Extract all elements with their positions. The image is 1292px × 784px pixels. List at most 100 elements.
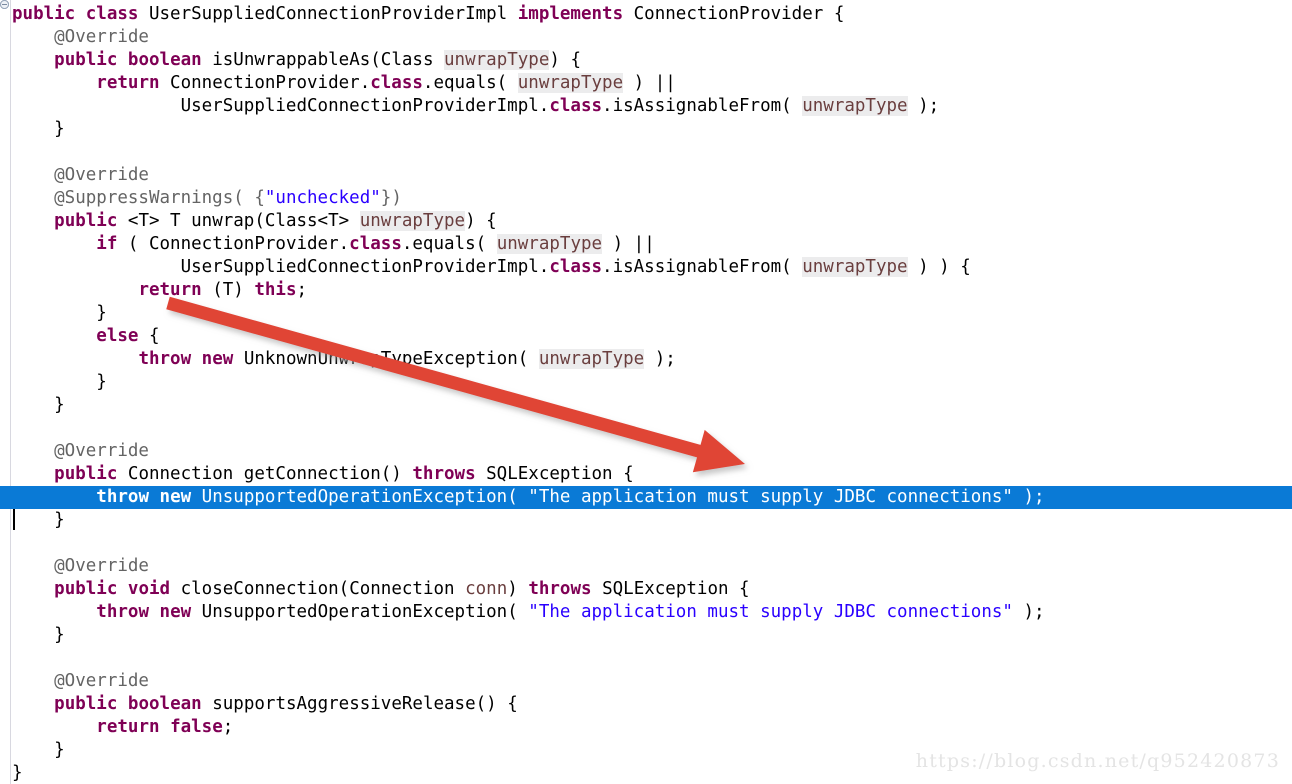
code-token-kw: public [12,4,76,24]
code-token-plain: ConnectionProvider. [159,73,371,93]
code-line-text: } [0,394,65,417]
code-line[interactable]: @Override [0,670,1292,693]
code-line[interactable] [0,532,1292,555]
code-token-ann: @Override [12,556,149,576]
code-token-plain: UserSuppliedConnectionProviderImpl [138,4,518,24]
code-line-text: UserSuppliedConnectionProviderImpl.class… [0,95,939,118]
code-token-kw: return [96,717,160,737]
code-token-param: unwrapType [802,257,908,277]
code-token-plain: .isAssignableFrom( [602,96,803,116]
code-line[interactable]: @Override [0,26,1292,49]
code-token-kw: class [370,73,423,93]
code-token-plain: UnsupportedOperationException( [191,602,529,622]
code-token-plain: .equals( [422,73,518,93]
code-token-plain: ) || [623,73,676,93]
code-token-kw: class [549,257,603,277]
code-line[interactable]: UserSuppliedConnectionProviderImpl.class… [0,95,1292,118]
code-token-ann: @Override [12,441,149,461]
code-token-kw: else [96,326,139,346]
code-token-plain: ); [907,96,940,116]
code-line-selected[interactable]: throw new UnsupportedOperationException(… [0,486,1292,509]
code-token-kw: throw [96,602,149,622]
code-token-kw: throw [96,487,149,507]
code-token-plain: } [12,625,65,645]
code-line[interactable]: public Connection getConnection() throws… [0,463,1292,486]
code-token-kw: class [349,234,402,254]
code-line[interactable] [0,417,1292,440]
code-line[interactable]: } [0,302,1292,325]
code-line[interactable]: if ( ConnectionProvider.class.equals( un… [0,233,1292,256]
code-line[interactable]: @Override [0,440,1292,463]
code-token-plain: ; [222,717,234,737]
code-line-text: public <T> T unwrap(Class<T> unwrapType)… [0,210,497,233]
code-token-plain: } [12,119,65,139]
code-line-text: return false; [0,716,233,739]
code-line[interactable]: return ConnectionProvider.class.equals( … [0,72,1292,95]
text-caret [13,509,15,530]
code-line[interactable] [0,141,1292,164]
code-line[interactable]: } [0,394,1292,417]
code-line[interactable]: public <T> T unwrap(Class<T> unwrapType)… [0,210,1292,233]
code-line[interactable] [0,647,1292,670]
code-line[interactable]: } [0,371,1292,394]
code-token-ann: @Override [12,165,149,185]
code-token-ann: @SuppressWarnings( { [12,188,265,208]
code-line[interactable]: } [0,118,1292,141]
code-token-paramp: conn [465,579,508,599]
code-token-kw: class [549,96,603,116]
code-text-area[interactable]: public class UserSuppliedConnectionProvi… [0,0,1292,784]
code-token-plain: supportsAggressiveRelease() { [201,694,518,714]
code-line[interactable]: public boolean isUnwrappableAs(Class unw… [0,49,1292,72]
code-line[interactable]: @Override [0,164,1292,187]
code-token-kw: boolean [127,50,202,70]
code-token-plain: } [12,510,65,530]
code-token-kw: public [54,464,118,484]
code-line[interactable]: public void closeConnection(Connection c… [0,578,1292,601]
code-token-kw: public [54,579,118,599]
code-token-plain: ConnectionProvider { [623,4,845,24]
code-token-plain: SQLException { [475,464,634,484]
code-token-kw: public [54,211,118,231]
code-line[interactable]: } [0,509,1292,532]
code-line-text: @SuppressWarnings( {"unchecked"}) [0,187,402,210]
code-line[interactable]: public class UserSuppliedConnectionProvi… [0,3,1292,26]
code-line-text: throw new UnsupportedOperationException(… [0,601,1044,624]
code-token-kw: if [96,234,118,254]
code-line[interactable]: @Override [0,555,1292,578]
code-line-text: return ConnectionProvider.class.equals( … [0,72,676,95]
code-line[interactable]: public boolean supportsAggressiveRelease… [0,693,1292,716]
code-token-ann: }) [380,188,402,208]
code-token-kw: this [254,280,297,300]
code-line[interactable]: return (T) this; [0,279,1292,302]
code-line[interactable]: return false; [0,716,1292,739]
code-token-plain: ) || [602,234,655,254]
code-token-plain: SQLException { [591,579,750,599]
code-line[interactable]: UserSuppliedConnectionProviderImpl.class… [0,256,1292,279]
code-line[interactable]: throw new UnknownUnwrapTypeException( un… [0,348,1292,371]
code-line-text: throw new UnsupportedOperationException(… [0,486,1044,509]
code-line-text: @Override [0,555,149,578]
code-token-param: unwrapType [496,234,603,254]
code-editor-screenshot: public class UserSuppliedConnectionProvi… [0,0,1292,784]
code-token-plain: .isAssignableFrom( [602,257,803,277]
code-line-text: @Override [0,670,149,693]
code-line-text: @Override [0,26,149,49]
code-token-plain: } [12,740,65,760]
code-line-text: else { [0,325,159,348]
code-line-text: if ( ConnectionProvider.class.equals( un… [0,233,655,256]
code-token-kw: boolean [127,694,202,714]
code-line[interactable]: } [0,624,1292,647]
code-line[interactable]: throw new UnsupportedOperationException(… [0,601,1292,624]
code-line[interactable]: @SuppressWarnings( {"unchecked"}) [0,187,1292,210]
code-line[interactable]: else { [0,325,1292,348]
code-line-text: public void closeConnection(Connection c… [0,578,750,601]
